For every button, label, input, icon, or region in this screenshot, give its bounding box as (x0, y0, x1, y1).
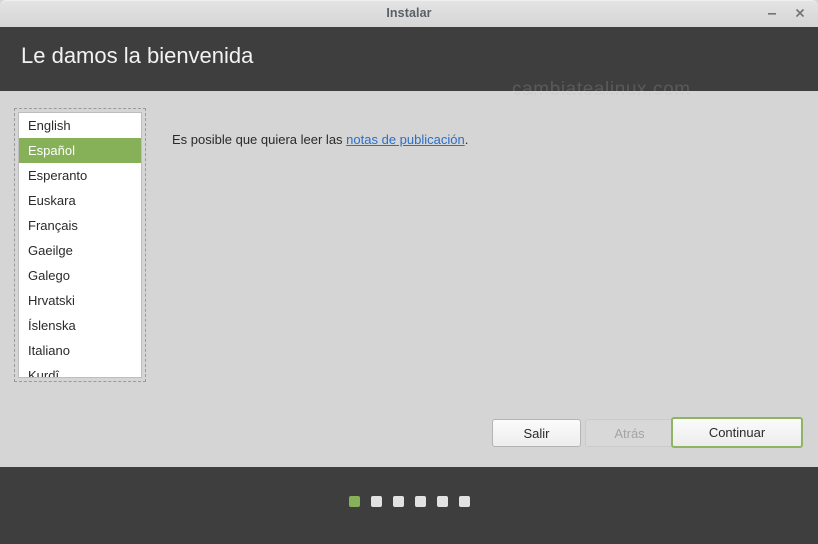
window-title: Instalar (386, 6, 432, 20)
progress-dot (414, 496, 426, 507)
progress-dot (370, 496, 382, 507)
progress-dot (458, 496, 470, 507)
progress-dot (392, 496, 404, 507)
language-list-item[interactable]: Hrvatski (19, 288, 141, 313)
installer-window: Instalar Le damos la bienvenida cambiate… (0, 0, 818, 544)
release-notes-prefix: Es posible que quiera leer las (172, 132, 347, 147)
progress-dot (348, 496, 360, 507)
language-list-item[interactable]: Français (19, 213, 141, 238)
title-bar: Instalar (0, 0, 818, 27)
close-icon[interactable] (792, 5, 808, 21)
language-list-item[interactable]: Italiano (19, 338, 141, 363)
language-list-item[interactable]: Galego (19, 263, 141, 288)
page-title: Le damos la bienvenida (21, 43, 254, 68)
continue-button[interactable]: Continuar (671, 417, 803, 448)
back-button[interactable]: Atrás (585, 419, 674, 447)
language-list-item[interactable]: Gaeilge (19, 238, 141, 263)
language-list-item[interactable]: English (19, 113, 141, 138)
window-controls (764, 5, 808, 21)
language-list-item[interactable]: Español (19, 138, 141, 163)
minimize-icon[interactable] (764, 5, 780, 21)
button-row: Salir Atrás Continuar (0, 416, 818, 456)
release-notes-link[interactable]: notas de publicación (346, 132, 465, 147)
footer-bar (0, 467, 818, 544)
release-notes-line: Es posible que quiera leer las notas de … (172, 132, 468, 147)
content-area: English Español Esperanto Euskara Français Ga… (0, 91, 818, 467)
language-list-item[interactable]: Íslenska (19, 313, 141, 338)
progress-dot (436, 496, 448, 507)
header-bar: Le damos la bienvenida (0, 27, 818, 91)
release-notes-suffix: . (464, 132, 469, 147)
language-list[interactable]: English Español Esperanto Euskara Français Ga… (18, 112, 142, 378)
language-list-focus-ring: English Español Esperanto Euskara Français Ga… (14, 108, 146, 382)
quit-button[interactable]: Salir (492, 419, 581, 447)
language-list-item[interactable]: Esperanto (19, 163, 141, 188)
language-list-item[interactable]: Euskara (19, 188, 141, 213)
progress-dots (0, 496, 818, 507)
language-list-item[interactable]: Kurdî (19, 363, 141, 377)
